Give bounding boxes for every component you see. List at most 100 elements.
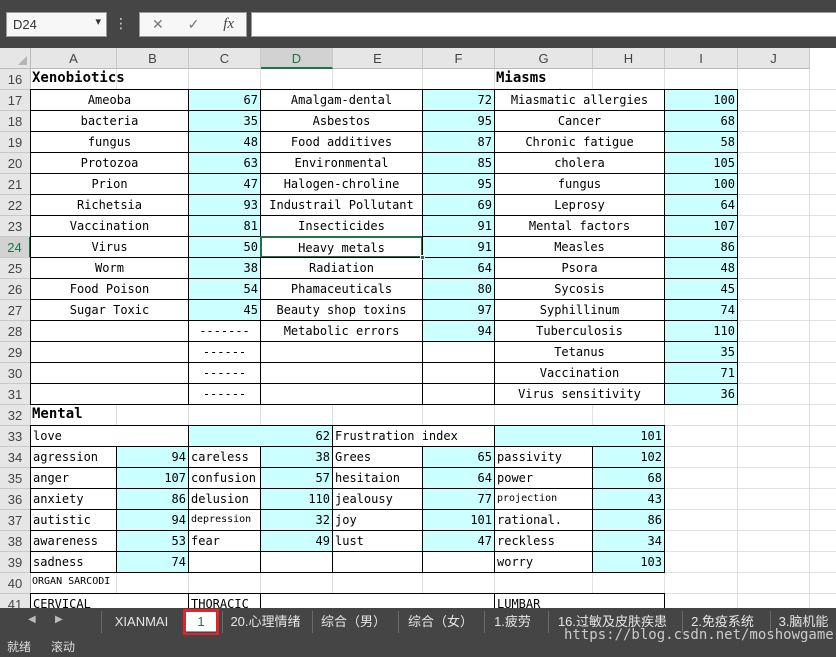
- xenobiotic-name[interactable]: Halogen-chroline: [260, 173, 423, 195]
- xenobiotic-value[interactable]: ------: [188, 362, 261, 384]
- miasm-name[interactable]: cholera: [494, 152, 665, 174]
- mental-name[interactable]: hesitaion: [332, 467, 423, 489]
- row-header-39[interactable]: 39: [0, 552, 31, 573]
- mental-value[interactable]: 68: [592, 467, 665, 489]
- row-header-20[interactable]: 20: [0, 153, 31, 174]
- miasm-name[interactable]: Cancer: [494, 110, 665, 132]
- mental-name[interactable]: power: [494, 467, 593, 489]
- mental-value[interactable]: 77: [422, 488, 495, 510]
- miasm-name[interactable]: Mental factors: [494, 215, 665, 237]
- miasm-name[interactable]: Sycosis: [494, 278, 665, 300]
- column-header-g[interactable]: G: [495, 48, 593, 69]
- mental-name[interactable]: fear: [188, 530, 261, 552]
- mental-name[interactable]: jealousy: [332, 488, 423, 510]
- row-header-24[interactable]: 24: [0, 237, 31, 258]
- sheet-tab[interactable]: 综合（男）: [312, 611, 394, 633]
- xenobiotic-name[interactable]: Radiation: [260, 257, 423, 279]
- mental-name[interactable]: worry: [494, 551, 593, 573]
- mental-name[interactable]: passivity: [494, 446, 593, 468]
- miasm-value[interactable]: 64: [664, 194, 738, 216]
- column-header-j[interactable]: J: [738, 48, 810, 69]
- organ-cell[interactable]: [260, 593, 495, 608]
- mental-name[interactable]: projection: [494, 488, 593, 510]
- row-header-21[interactable]: 21: [0, 174, 31, 195]
- xenobiotic-name[interactable]: Industrail Pollutant: [260, 194, 423, 216]
- mental-name[interactable]: Grees: [332, 446, 423, 468]
- xenobiotic-name[interactable]: bacteria: [30, 110, 189, 132]
- column-header-h[interactable]: H: [593, 48, 665, 69]
- mental-name[interactable]: Frustration index: [332, 425, 495, 447]
- xenobiotic-name[interactable]: Environmental: [260, 152, 423, 174]
- more-options-icon[interactable]: ⋮: [114, 12, 128, 37]
- miasm-name[interactable]: Leprosy: [494, 194, 665, 216]
- mental-name[interactable]: anger: [30, 467, 117, 489]
- xenobiotic-name[interactable]: Ameoba: [30, 89, 189, 111]
- mental-value[interactable]: 110: [260, 488, 333, 510]
- row-header-34[interactable]: 34: [0, 447, 31, 468]
- xenobiotic-name[interactable]: Food additives: [260, 131, 423, 153]
- mental-value[interactable]: [422, 551, 495, 573]
- fill-handle[interactable]: [420, 255, 425, 260]
- miasm-value[interactable]: 48: [664, 257, 738, 279]
- xenobiotic-name[interactable]: Insecticides: [260, 215, 423, 237]
- mental-value[interactable]: 101: [422, 509, 495, 531]
- row-header-32[interactable]: 32: [0, 405, 31, 426]
- xenobiotic-value[interactable]: 91: [422, 215, 495, 237]
- column-header-d[interactable]: D: [261, 48, 333, 69]
- xenobiotic-value[interactable]: 67: [188, 89, 261, 111]
- mental-value[interactable]: 49: [260, 530, 333, 552]
- xenobiotic-name[interactable]: Sugar Toxic: [30, 299, 189, 321]
- xenobiotic-name[interactable]: Worm: [30, 257, 189, 279]
- row-header-16[interactable]: 16: [0, 69, 31, 90]
- miasm-value[interactable]: 74: [664, 299, 738, 321]
- column-header-b[interactable]: B: [117, 48, 189, 69]
- xenobiotic-value[interactable]: 50: [188, 236, 261, 258]
- insert-function-icon[interactable]: fx: [223, 16, 234, 33]
- mental-value[interactable]: 43: [592, 488, 665, 510]
- row-header-33[interactable]: 33: [0, 426, 31, 447]
- xenobiotic-value[interactable]: 91: [422, 236, 495, 258]
- mental-value[interactable]: 101: [494, 425, 665, 447]
- organ-name[interactable]: LUMBAR: [494, 593, 665, 608]
- xenobiotic-value[interactable]: 38: [188, 257, 261, 279]
- mental-value[interactable]: 107: [116, 467, 189, 489]
- xenobiotic-value[interactable]: [422, 383, 495, 405]
- xenobiotic-name[interactable]: Protozoa: [30, 152, 189, 174]
- column-header-i[interactable]: I: [665, 48, 738, 69]
- mental-value[interactable]: 86: [116, 488, 189, 510]
- xenobiotic-name[interactable]: Metabolic errors: [260, 320, 423, 342]
- mental-value[interactable]: 32: [260, 509, 333, 531]
- row-header-30[interactable]: 30: [0, 363, 31, 384]
- miasm-name[interactable]: Psora: [494, 257, 665, 279]
- miasm-name[interactable]: Tuberculosis: [494, 320, 665, 342]
- row-header-36[interactable]: 36: [0, 489, 31, 510]
- xenobiotic-value[interactable]: 87: [422, 131, 495, 153]
- mental-value[interactable]: 53: [116, 530, 189, 552]
- name-box[interactable]: D24 ▾: [6, 12, 107, 37]
- mental-value[interactable]: 62: [188, 425, 333, 447]
- xenobiotic-name[interactable]: [30, 341, 189, 363]
- row-header-28[interactable]: 28: [0, 321, 31, 342]
- select-all-corner[interactable]: [0, 48, 31, 69]
- xenobiotic-value[interactable]: 93: [188, 194, 261, 216]
- miasm-name[interactable]: Tetanus: [494, 341, 665, 363]
- mental-value[interactable]: 94: [116, 509, 189, 531]
- organ-name[interactable]: THORACIC: [188, 593, 261, 608]
- xenobiotic-name[interactable]: Richetsia: [30, 194, 189, 216]
- miasm-value[interactable]: 86: [664, 236, 738, 258]
- xenobiotic-value[interactable]: ------: [188, 383, 261, 405]
- mental-value[interactable]: 74: [116, 551, 189, 573]
- miasm-value[interactable]: 107: [664, 215, 738, 237]
- xenobiotic-value[interactable]: 95: [422, 173, 495, 195]
- xenobiotic-value[interactable]: 94: [422, 320, 495, 342]
- mental-name[interactable]: confusion: [188, 467, 261, 489]
- mental-value[interactable]: 38: [260, 446, 333, 468]
- row-header-35[interactable]: 35: [0, 468, 31, 489]
- mental-value[interactable]: 64: [422, 467, 495, 489]
- sheet-tab[interactable]: 1.疲劳: [484, 611, 540, 633]
- miasm-value[interactable]: 100: [664, 173, 738, 195]
- xenobiotic-value[interactable]: 54: [188, 278, 261, 300]
- xenobiotic-value[interactable]: [422, 341, 495, 363]
- xenobiotic-value[interactable]: 45: [188, 299, 261, 321]
- xenobiotic-name[interactable]: Vaccination: [30, 215, 189, 237]
